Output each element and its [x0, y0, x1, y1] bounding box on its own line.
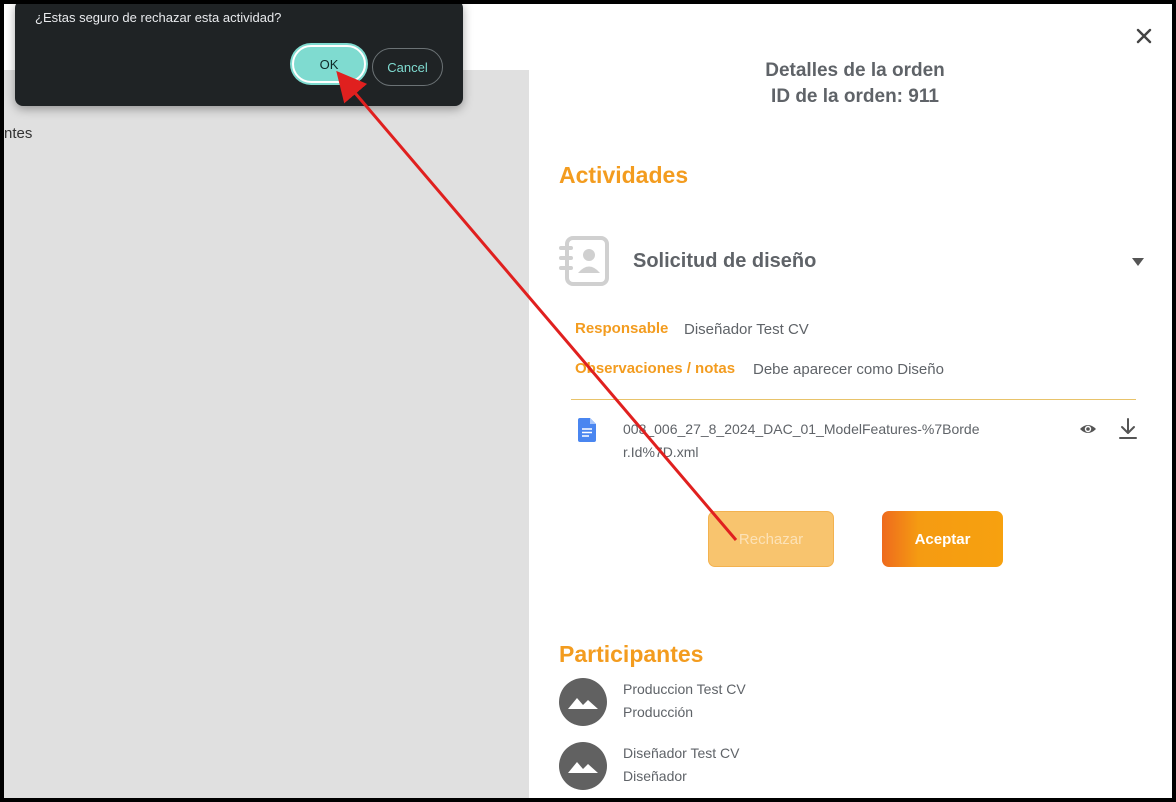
- avatar: [559, 678, 607, 726]
- image-placeholder-icon: [568, 698, 598, 709]
- avatar: [559, 742, 607, 790]
- participant-name: Diseñador Test CV: [623, 745, 740, 761]
- activity-name: Solicitud de diseño: [633, 250, 817, 272]
- screen-frame: ntes ¿Estas seguro de rechazar esta acti…: [4, 4, 1172, 798]
- close-icon[interactable]: [1134, 26, 1154, 46]
- confirm-dialog: ¿Estas seguro de rechazar esta actividad…: [15, 4, 463, 106]
- ok-button[interactable]: OK: [292, 45, 366, 83]
- dialog-message: ¿Estas seguro de rechazar esta actividad…: [35, 10, 282, 25]
- image-placeholder-icon: [568, 762, 598, 773]
- accept-button[interactable]: Aceptar: [882, 511, 1003, 567]
- notes-value: Debe aparecer como Diseño: [753, 361, 944, 378]
- participant-role: Diseñador: [623, 768, 687, 784]
- activities-title: Actividades: [559, 162, 689, 188]
- participants-title: Participantes: [559, 641, 704, 667]
- order-details-panel: Detalles de la orden ID de la orden: 911…: [529, 4, 1172, 798]
- file-doc-icon: [578, 418, 596, 442]
- background-text: ntes: [4, 125, 33, 142]
- order-id: ID de la orden: 911: [771, 86, 939, 107]
- cancel-button[interactable]: Cancel: [372, 48, 443, 86]
- eye-icon[interactable]: [1079, 420, 1097, 438]
- order-title: Detalles de la orden: [765, 60, 945, 81]
- responsible-label: Responsable: [575, 320, 669, 337]
- file-name-link[interactable]: 008_006_27_8_2024_DAC_01_ModelFeatures-%…: [623, 418, 983, 464]
- reject-button[interactable]: Rechazar: [708, 511, 834, 567]
- participant-role: Producción: [623, 704, 694, 720]
- document-contact-icon: [559, 236, 609, 286]
- responsible-value: Diseñador Test CV: [684, 321, 809, 338]
- divider: [571, 399, 1136, 400]
- caret-down-icon[interactable]: [1132, 258, 1144, 266]
- download-icon[interactable]: [1119, 418, 1137, 440]
- participant-name: Produccion Test CV: [623, 681, 746, 697]
- notes-label: Observaciones / notas: [575, 360, 736, 377]
